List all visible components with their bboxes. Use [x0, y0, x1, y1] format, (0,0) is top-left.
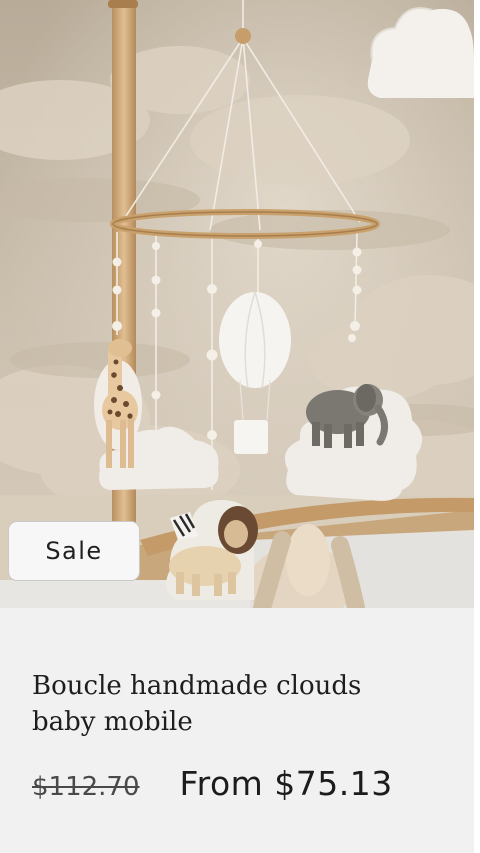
price-row: $112.70 From $75.13	[32, 764, 393, 803]
compare-at-price: $112.70	[32, 772, 140, 802]
product-card[interactable]: Sale Boucle handmade clouds baby mobile …	[0, 0, 480, 853]
product-image[interactable]: Sale	[0, 0, 474, 608]
sale-badge: Sale	[8, 521, 140, 581]
sale-price: From $75.13	[179, 764, 393, 803]
product-title[interactable]: Boucle handmade clouds baby mobile	[32, 668, 432, 740]
product-info: Boucle handmade clouds baby mobile $112.…	[0, 608, 474, 853]
